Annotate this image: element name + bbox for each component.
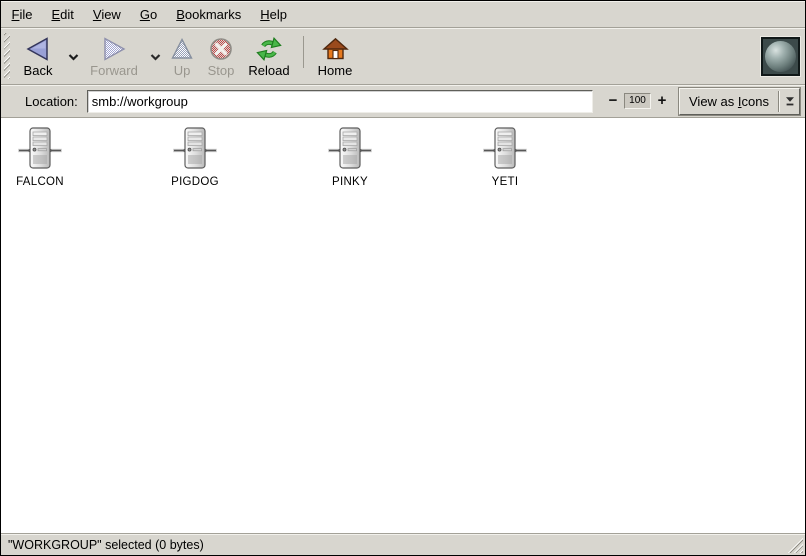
zoom-level-indicator: 100 [624,93,651,109]
forward-button[interactable]: Forward [82,28,146,84]
home-button[interactable]: Home [311,28,359,84]
menu-edit[interactable]: Edit [42,7,83,22]
view-as-dropdown[interactable]: View as Icons [679,88,800,115]
throbber-icon [761,37,800,76]
location-label: Location: [25,94,78,109]
zoom-in-button[interactable]: + [654,93,670,109]
home-icon [322,34,349,64]
server-label: FALCON [16,176,64,188]
network-server-icon [18,127,62,171]
stop-icon [209,34,233,64]
forward-history-dropdown[interactable] [146,49,164,65]
view-as-label: View as Icons [680,94,778,109]
up-icon [170,34,194,64]
zoom-out-button[interactable]: − [605,93,621,109]
toolbar-separator [303,36,304,68]
stop-button[interactable]: Stop [200,28,242,84]
location-input[interactable] [87,90,593,113]
toolbar-drag-handle[interactable] [4,33,10,79]
server-item-yeti[interactable]: YETI [466,127,544,188]
reload-icon [256,34,282,64]
menu-view[interactable]: View [83,7,130,22]
back-button[interactable]: Back [12,28,64,84]
back-history-dropdown[interactable] [64,49,82,65]
throbber-sphere [765,41,796,72]
back-icon [24,34,52,64]
reload-button[interactable]: Reload [242,28,296,84]
location-bar: Location: − 100 + View as Icons [1,85,805,118]
network-server-icon [483,127,527,171]
file-manager-window: File Edit View Go Bookmarks Help Back [0,0,806,556]
network-server-icon [328,127,372,171]
up-button[interactable]: Up [164,28,200,84]
dropdown-indicator-icon [780,95,799,107]
server-label: PINKY [332,176,368,188]
server-label: YETI [492,176,519,188]
network-server-icon [173,127,217,171]
tool-bar: Back Forward [1,28,805,85]
server-label: PIGDOG [171,176,219,188]
menu-file[interactable]: File [2,7,42,22]
menu-bookmarks[interactable]: Bookmarks [167,7,251,22]
chevron-down-icon [150,53,161,61]
icon-view: FALCON PIGDOG PINKY YETI [1,118,805,533]
status-bar: "WORKGROUP" selected (0 bytes) [1,533,805,555]
menu-help[interactable]: Help [251,7,297,22]
server-item-falcon[interactable]: FALCON [1,127,79,188]
menu-bar: File Edit View Go Bookmarks Help [1,1,805,28]
server-item-pinky[interactable]: PINKY [311,127,389,188]
resize-grip[interactable] [787,537,803,553]
menu-go[interactable]: Go [130,7,166,22]
status-text: "WORKGROUP" selected (0 bytes) [8,538,204,552]
chevron-down-icon [68,53,79,61]
server-item-pigdog[interactable]: PIGDOG [156,127,234,188]
forward-icon [100,34,128,64]
